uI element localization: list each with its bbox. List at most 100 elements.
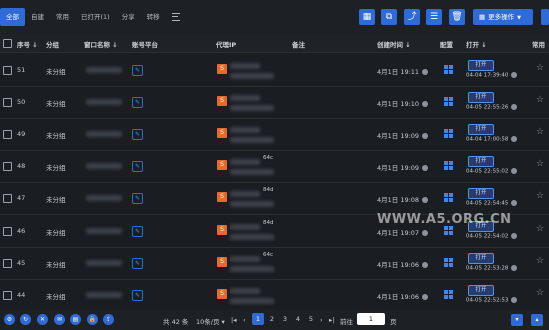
table-row[interactable]: 48 未分组 ✎ S 64c 4月1日 19:09 打开 04-05 22:55:02 ☆ (0, 149, 549, 184)
tab-common[interactable]: 常用 (50, 8, 75, 26)
share-icon[interactable]: ⤴ (404, 9, 420, 25)
info-icon[interactable] (511, 296, 518, 303)
star-icon[interactable]: ☆ (536, 159, 544, 169)
table-row[interactable]: 49 未分组 ✎ S 4月1日 19:09 打开 04-04 17:00:58 ☆ (0, 117, 549, 152)
lock-icon[interactable]: 🔒 (87, 314, 98, 325)
last-open-time: 04-05 22:52:53 (466, 296, 518, 303)
trash-icon[interactable]: 🗑 (449, 9, 465, 25)
tab-self-built[interactable]: 自建 (25, 8, 50, 26)
proxy-type-icon: S (217, 224, 227, 235)
edit-account-icon[interactable]: ✎ (132, 257, 143, 269)
expand-icon[interactable]: ▴ (531, 314, 543, 326)
more-actions-button[interactable]: ▦ 更多操作 ▼ (473, 9, 533, 25)
select-all-checkbox[interactable] (3, 39, 12, 48)
table-row[interactable]: 51 未分组 ✎ S 4月1日 19:11 打开 04-04 17:39:40 ☆ (0, 53, 549, 87)
last-page-icon[interactable]: ▸| (329, 316, 334, 324)
sort-icon[interactable] (171, 13, 180, 21)
page-button-5[interactable]: 5 (305, 313, 317, 325)
row-checkbox[interactable] (3, 290, 12, 300)
page-button-1[interactable]: 1 (252, 313, 264, 325)
goto-page-input[interactable]: 1 (357, 313, 385, 325)
row-checkbox[interactable] (3, 226, 12, 236)
goto-label: 前往 (340, 318, 353, 326)
row-seq: 47 (17, 194, 26, 203)
row-checkbox[interactable] (3, 194, 12, 204)
folder-icon[interactable]: ▤ (70, 314, 81, 325)
edit-account-icon[interactable]: ✎ (132, 129, 143, 141)
prev-page-icon[interactable]: ‹ (243, 316, 246, 324)
header-open[interactable]: 打开 ↓ (466, 39, 487, 49)
row-checkbox[interactable] (3, 258, 12, 268)
edit-account-icon[interactable]: ✎ (132, 225, 143, 237)
info-icon[interactable] (511, 168, 518, 175)
page-button-4[interactable]: 4 (292, 313, 304, 325)
per-page-select[interactable]: 10条/页 ▾ (196, 316, 225, 326)
open-button[interactable]: 打开 (468, 284, 494, 296)
first-page-icon[interactable]: |◂ (231, 316, 236, 324)
header-config: 配置 (440, 41, 453, 49)
menu-grid-icon: ▦ (479, 13, 486, 21)
open-button[interactable]: 打开 (468, 60, 494, 71)
collapse-icon[interactable]: ▾ (511, 314, 523, 326)
info-icon[interactable] (511, 264, 518, 271)
header-created-time[interactable]: 创建时间 ↓ (377, 39, 411, 49)
info-icon[interactable] (422, 261, 429, 268)
page-button-2[interactable]: 2 (266, 313, 278, 325)
star-icon[interactable]: ☆ (536, 63, 544, 73)
row-checkbox[interactable] (3, 98, 12, 108)
next-page-icon[interactable]: › (320, 316, 323, 324)
info-icon[interactable] (422, 197, 429, 204)
tab-transfer[interactable]: 转移 (141, 8, 166, 26)
overflow-button[interactable] (541, 9, 549, 25)
list-view-icon[interactable]: ☰ (426, 9, 442, 25)
star-icon[interactable]: ☆ (536, 191, 544, 201)
info-icon[interactable] (422, 133, 429, 140)
star-icon[interactable]: ☆ (536, 288, 544, 298)
tab-all[interactable]: 全部 (0, 8, 25, 26)
edit-account-icon[interactable]: ✎ (132, 161, 143, 173)
info-icon[interactable] (422, 165, 429, 172)
open-button[interactable]: 打开 (468, 156, 494, 168)
info-icon[interactable] (511, 232, 518, 239)
header-seq[interactable]: 序号 ↓ (17, 39, 38, 49)
star-icon[interactable]: ☆ (536, 127, 544, 137)
close-icon[interactable]: ✕ (37, 314, 48, 325)
star-icon[interactable]: ☆ (536, 224, 544, 234)
edit-account-icon[interactable]: ✎ (132, 97, 143, 109)
edit-account-icon[interactable]: ✎ (132, 289, 143, 301)
info-icon[interactable] (422, 69, 429, 75)
copy-icon[interactable]: ⧉ (381, 9, 397, 25)
open-button[interactable]: 打开 (468, 124, 494, 136)
open-button[interactable]: 打开 (468, 188, 494, 200)
header-account-platform: 账号平台 (132, 41, 158, 49)
settings-icon[interactable]: ⚙ (4, 314, 15, 325)
refresh-icon[interactable]: ↻ (20, 314, 31, 325)
table-row[interactable]: 50 未分组 ✎ S 4月1日 19:10 打开 04-05 22:55:26 ☆ (0, 85, 549, 120)
row-checkbox[interactable] (3, 162, 12, 172)
tab-opened[interactable]: 已打开(1) (75, 8, 116, 26)
info-icon[interactable] (511, 200, 518, 207)
open-button[interactable]: 打开 (468, 252, 494, 264)
info-icon[interactable] (511, 72, 518, 78)
edit-account-icon[interactable]: ✎ (132, 193, 143, 205)
grid-view-icon[interactable]: ▦ (359, 9, 375, 25)
info-icon[interactable] (422, 293, 429, 300)
row-checkbox[interactable] (3, 130, 12, 140)
table-row[interactable]: 44 未分组 ✎ S 4月1日 19:06 打开 04-05 22:52:53 ☆ (0, 278, 549, 312)
row-checkbox[interactable] (3, 66, 12, 75)
info-icon[interactable] (422, 101, 429, 108)
export-icon[interactable]: ⇪ (103, 314, 114, 325)
info-icon[interactable] (511, 136, 518, 143)
star-icon[interactable]: ☆ (536, 256, 544, 266)
header-window-name[interactable]: 窗口名称 ↓ (84, 39, 118, 49)
edit-account-icon[interactable]: ✎ (132, 65, 143, 76)
info-icon[interactable] (422, 229, 429, 236)
table-row[interactable]: 47 未分组 ✎ S 84d 4月1日 19:08 打开 04-05 22:54:45 ☆ (0, 181, 549, 216)
open-button[interactable]: 打开 (468, 92, 494, 104)
page-button-3[interactable]: 3 (279, 313, 291, 325)
tab-shared[interactable]: 分享 (116, 8, 141, 26)
star-icon[interactable]: ☆ (536, 95, 544, 105)
info-icon[interactable] (511, 104, 518, 111)
table-row[interactable]: 45 未分组 ✎ S 64c 4月1日 19:06 打开 04-05 22:53:28 ☆ (0, 246, 549, 280)
mail-icon[interactable]: ✉ (54, 314, 65, 325)
